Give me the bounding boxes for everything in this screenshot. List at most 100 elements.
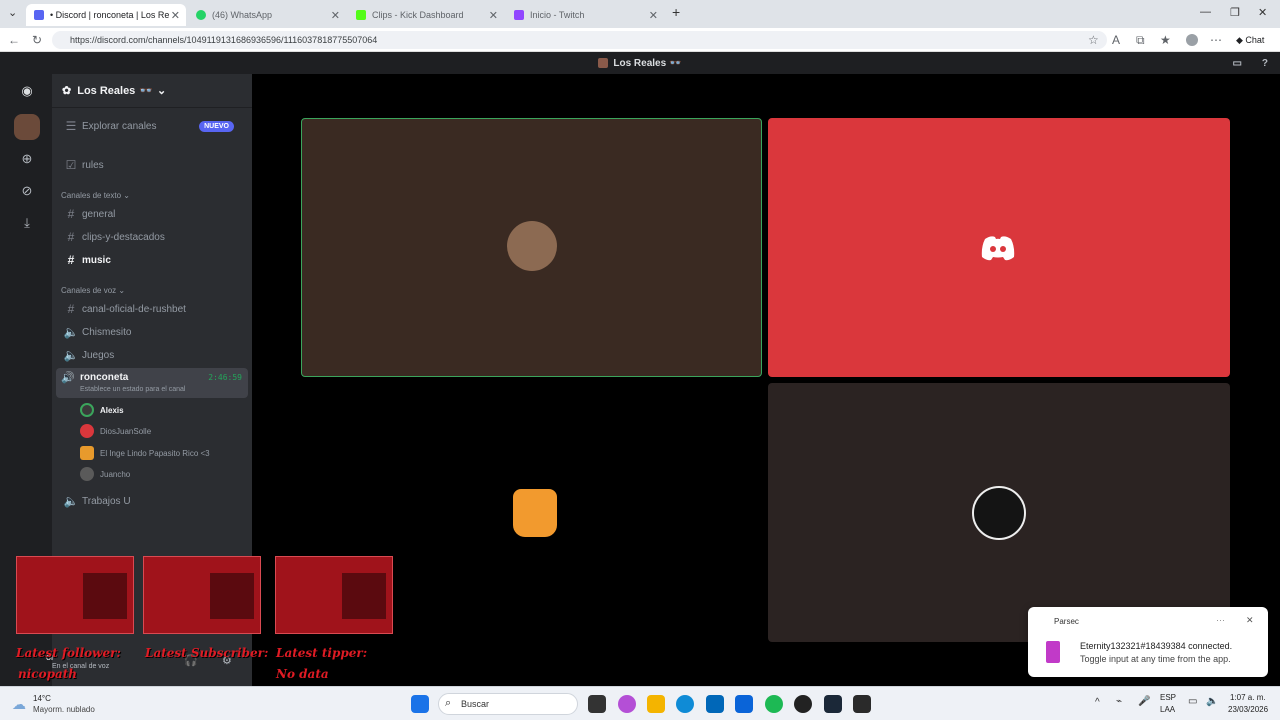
taskbar-search[interactable]: ⌕ Buscar (438, 693, 578, 715)
channel-label: general (82, 208, 116, 220)
voice-member[interactable]: DiosJuanSolle (80, 422, 151, 440)
overlay-latest-subscriber: Latest Subscriber: (145, 646, 269, 660)
window-title: Los Reales (613, 57, 667, 69)
discord-home-icon[interactable]: ◉ (14, 78, 40, 104)
tab-kick[interactable]: Clips - Kick Dashboard ✕ (348, 4, 504, 26)
edge-icon[interactable] (676, 695, 694, 713)
speaker-icon: 🔈 (63, 348, 79, 362)
star-icon[interactable]: ☆ (1088, 33, 1099, 47)
avatar (507, 221, 557, 271)
text-category[interactable]: Canales de texto ⌄ (61, 191, 130, 200)
copilot-icon[interactable] (618, 695, 636, 713)
tab-whatsapp[interactable]: (46) WhatsApp ✕ (188, 4, 346, 26)
voice-timer: 2:46:59 (208, 373, 242, 382)
voice-member[interactable]: Juancho (80, 465, 130, 483)
favorites-icon[interactable]: ★ (1160, 33, 1171, 47)
browser-tab-strip: ⌄ • Discord | ronconeta | Los Re ✕ (46) … (0, 0, 1280, 28)
file-explorer-icon[interactable] (647, 695, 665, 713)
channel-music[interactable]: # music (60, 250, 246, 270)
server-name: Los Reales (77, 84, 136, 97)
active-voice-channel[interactable]: 🔊 ronconeta 2:46:59 Establece un estado … (56, 368, 248, 398)
chevron-down-icon: ⌄ (157, 85, 167, 97)
url-text: https://discord.com/channels/10491191316… (70, 35, 378, 45)
steam-icon[interactable] (824, 695, 842, 713)
extensions-icon[interactable]: ⧉ (1136, 33, 1145, 48)
overlay-tipper-card (275, 556, 393, 634)
add-server-icon[interactable]: ⊕ (14, 146, 40, 172)
overlay-latest-follower: Latest follower: (16, 646, 121, 660)
close-tab-icon[interactable]: ✕ (649, 9, 658, 22)
tab-twitch[interactable]: Inicio - Twitch ✕ (506, 4, 664, 26)
channel-chismesito[interactable]: 🔈 Chismesito (60, 322, 246, 342)
explore-label: Explorar canales (82, 120, 157, 132)
reload-icon[interactable]: ↻ (32, 33, 42, 47)
new-tab-icon[interactable]: + (672, 4, 680, 20)
close-tab-icon[interactable]: ✕ (331, 9, 340, 22)
help-icon[interactable]: ? (1262, 58, 1268, 69)
parsec-notification[interactable]: Parsec ··· ✕ Eternity132321#18439384 con… (1028, 607, 1268, 677)
channel-trabajos[interactable]: 🔈 Trabajos U (60, 491, 246, 511)
server-icon (598, 58, 609, 68)
read-aloud-icon[interactable]: A (1112, 33, 1120, 47)
discord-favicon-icon (34, 10, 44, 20)
profile-avatar[interactable] (1186, 34, 1198, 46)
clock-date[interactable]: 23/03/2026 (1228, 705, 1268, 714)
back-icon[interactable]: ← (8, 33, 20, 47)
more-options-icon[interactable]: ··· (1216, 615, 1225, 625)
channel-juegos[interactable]: 🔈 Juegos (60, 345, 246, 365)
display-icon[interactable]: ▭ (1188, 696, 1197, 707)
close-tab-icon[interactable]: ✕ (171, 9, 180, 22)
close-icon[interactable]: ✕ (1246, 615, 1254, 626)
emoji-icon: 👓 (669, 57, 682, 69)
lang-secondary[interactable]: LAA (1160, 705, 1175, 714)
task-view-icon[interactable] (588, 695, 606, 713)
explore-channels[interactable]: ☰ Explorar canales NUEVO (60, 116, 246, 136)
microphone-icon[interactable]: 🎤 (1138, 696, 1150, 707)
channel-clips[interactable]: # clips-y-destacados (60, 227, 246, 247)
chat-label: Chat (1245, 35, 1265, 45)
outlook-icon[interactable] (735, 695, 753, 713)
minimize-icon[interactable]: — (1200, 6, 1211, 18)
voice-category[interactable]: Canales de voz ⌄ (61, 286, 125, 295)
more-menu-icon[interactable]: ⋯ (1210, 33, 1222, 47)
inbox-icon[interactable]: ▭ (1233, 58, 1242, 69)
tab-list-icon[interactable]: ⌄ (8, 6, 17, 19)
server-los-reales-icon[interactable] (14, 114, 40, 140)
channel-label: Chismesito (82, 326, 132, 338)
channel-general[interactable]: # general (60, 204, 246, 224)
obs-icon[interactable] (794, 695, 812, 713)
video-tile-alexis[interactable] (301, 118, 762, 377)
member-name: DiosJuanSolle (100, 426, 152, 436)
tab-title: • Discord | ronconeta | Los Re (50, 10, 170, 20)
status-hint[interactable]: Establece un estado para el canal (80, 386, 185, 393)
channel-rules[interactable]: ☑ rules (60, 155, 246, 175)
chevron-up-icon[interactable]: ^ (1095, 697, 1100, 708)
lang-primary[interactable]: ESP (1160, 693, 1176, 702)
tab-discord[interactable]: • Discord | ronconeta | Los Re ✕ (26, 4, 186, 26)
close-tab-icon[interactable]: ✕ (489, 9, 498, 22)
copilot-chat-button[interactable]: ◆ Chat (1236, 35, 1264, 46)
restore-icon[interactable]: ❐ (1230, 6, 1240, 19)
start-button-icon[interactable] (411, 695, 429, 713)
url-field[interactable]: https://discord.com/channels/10491191316… (52, 31, 1107, 49)
volume-icon[interactable]: 🔈 (1206, 696, 1218, 707)
voice-member[interactable]: El Inge Lindo Papasito Rico <3 (80, 444, 210, 462)
speaker-icon: 🔊 (61, 372, 75, 384)
video-tile-diosjuansolle[interactable] (768, 118, 1230, 377)
store-icon[interactable] (706, 695, 724, 713)
discover-icon[interactable]: ⊘ (14, 178, 40, 204)
channel-rushbet[interactable]: # canal-oficial-de-rushbet (60, 299, 246, 319)
video-tile-juancho[interactable] (768, 383, 1230, 642)
clock-time[interactable]: 1:07 a. m. (1230, 693, 1266, 702)
network-icon[interactable]: ⌁ (1116, 696, 1122, 707)
whatsapp-favicon-icon (196, 10, 206, 20)
avatar (80, 424, 94, 438)
overlay-tipper-value: No data (276, 667, 329, 681)
weather-icon[interactable]: ☁ (12, 696, 26, 713)
game-app-icon[interactable] (853, 695, 871, 713)
server-header[interactable]: ✿ Los Reales 👓 ⌄ 👤 (52, 74, 296, 108)
close-window-icon[interactable]: ✕ (1258, 6, 1267, 19)
voice-member[interactable]: Alexis (80, 401, 124, 419)
spotify-icon[interactable] (765, 695, 783, 713)
download-icon[interactable]: ⤓ (14, 210, 40, 236)
